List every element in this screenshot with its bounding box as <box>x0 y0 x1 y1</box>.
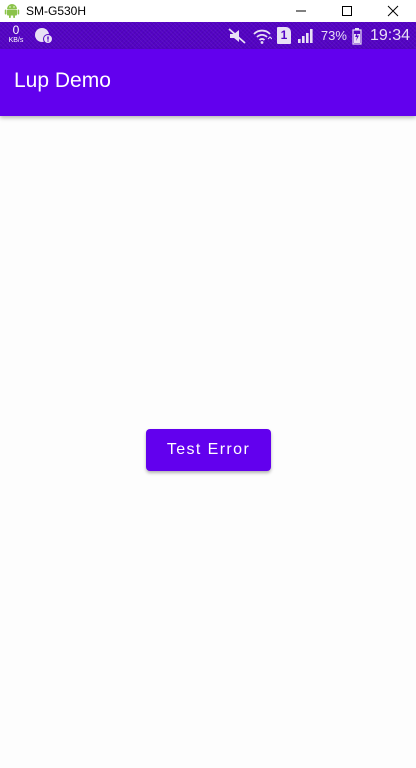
android-icon <box>4 4 20 18</box>
close-button[interactable] <box>370 0 416 22</box>
data-speed-indicator: 0 KB/s <box>5 24 27 44</box>
test-error-button[interactable]: Test Error <box>146 429 271 471</box>
mute-icon <box>228 27 246 44</box>
status-bar: 0 KB/s 1 73% 19:34 <box>0 22 416 49</box>
main-content: Test Error <box>0 118 416 768</box>
battery-icon <box>352 27 362 45</box>
maximize-icon <box>342 6 352 16</box>
window-controls <box>278 0 416 22</box>
status-time: 19:34 <box>369 26 410 44</box>
minimize-button[interactable] <box>278 0 324 22</box>
wifi-icon <box>253 29 272 44</box>
notification-icon <box>35 28 53 44</box>
app-title: Lup Demo <box>14 69 111 92</box>
maximize-button[interactable] <box>324 0 370 22</box>
signal-icon <box>297 28 313 43</box>
data-speed-value: 0 <box>12 23 20 37</box>
close-icon <box>387 5 399 17</box>
battery-percent: 73% <box>320 28 347 43</box>
status-icons: 1 73% 19:34 <box>222 22 410 49</box>
app-toolbar: Lup Demo <box>0 49 416 116</box>
minimize-icon <box>296 10 306 12</box>
data-speed-unit: KB/s <box>8 37 24 44</box>
window-title-bar: SM-G530H <box>0 0 416 22</box>
sim-icon: 1 <box>276 27 291 44</box>
window-title: SM-G530H <box>26 4 87 18</box>
